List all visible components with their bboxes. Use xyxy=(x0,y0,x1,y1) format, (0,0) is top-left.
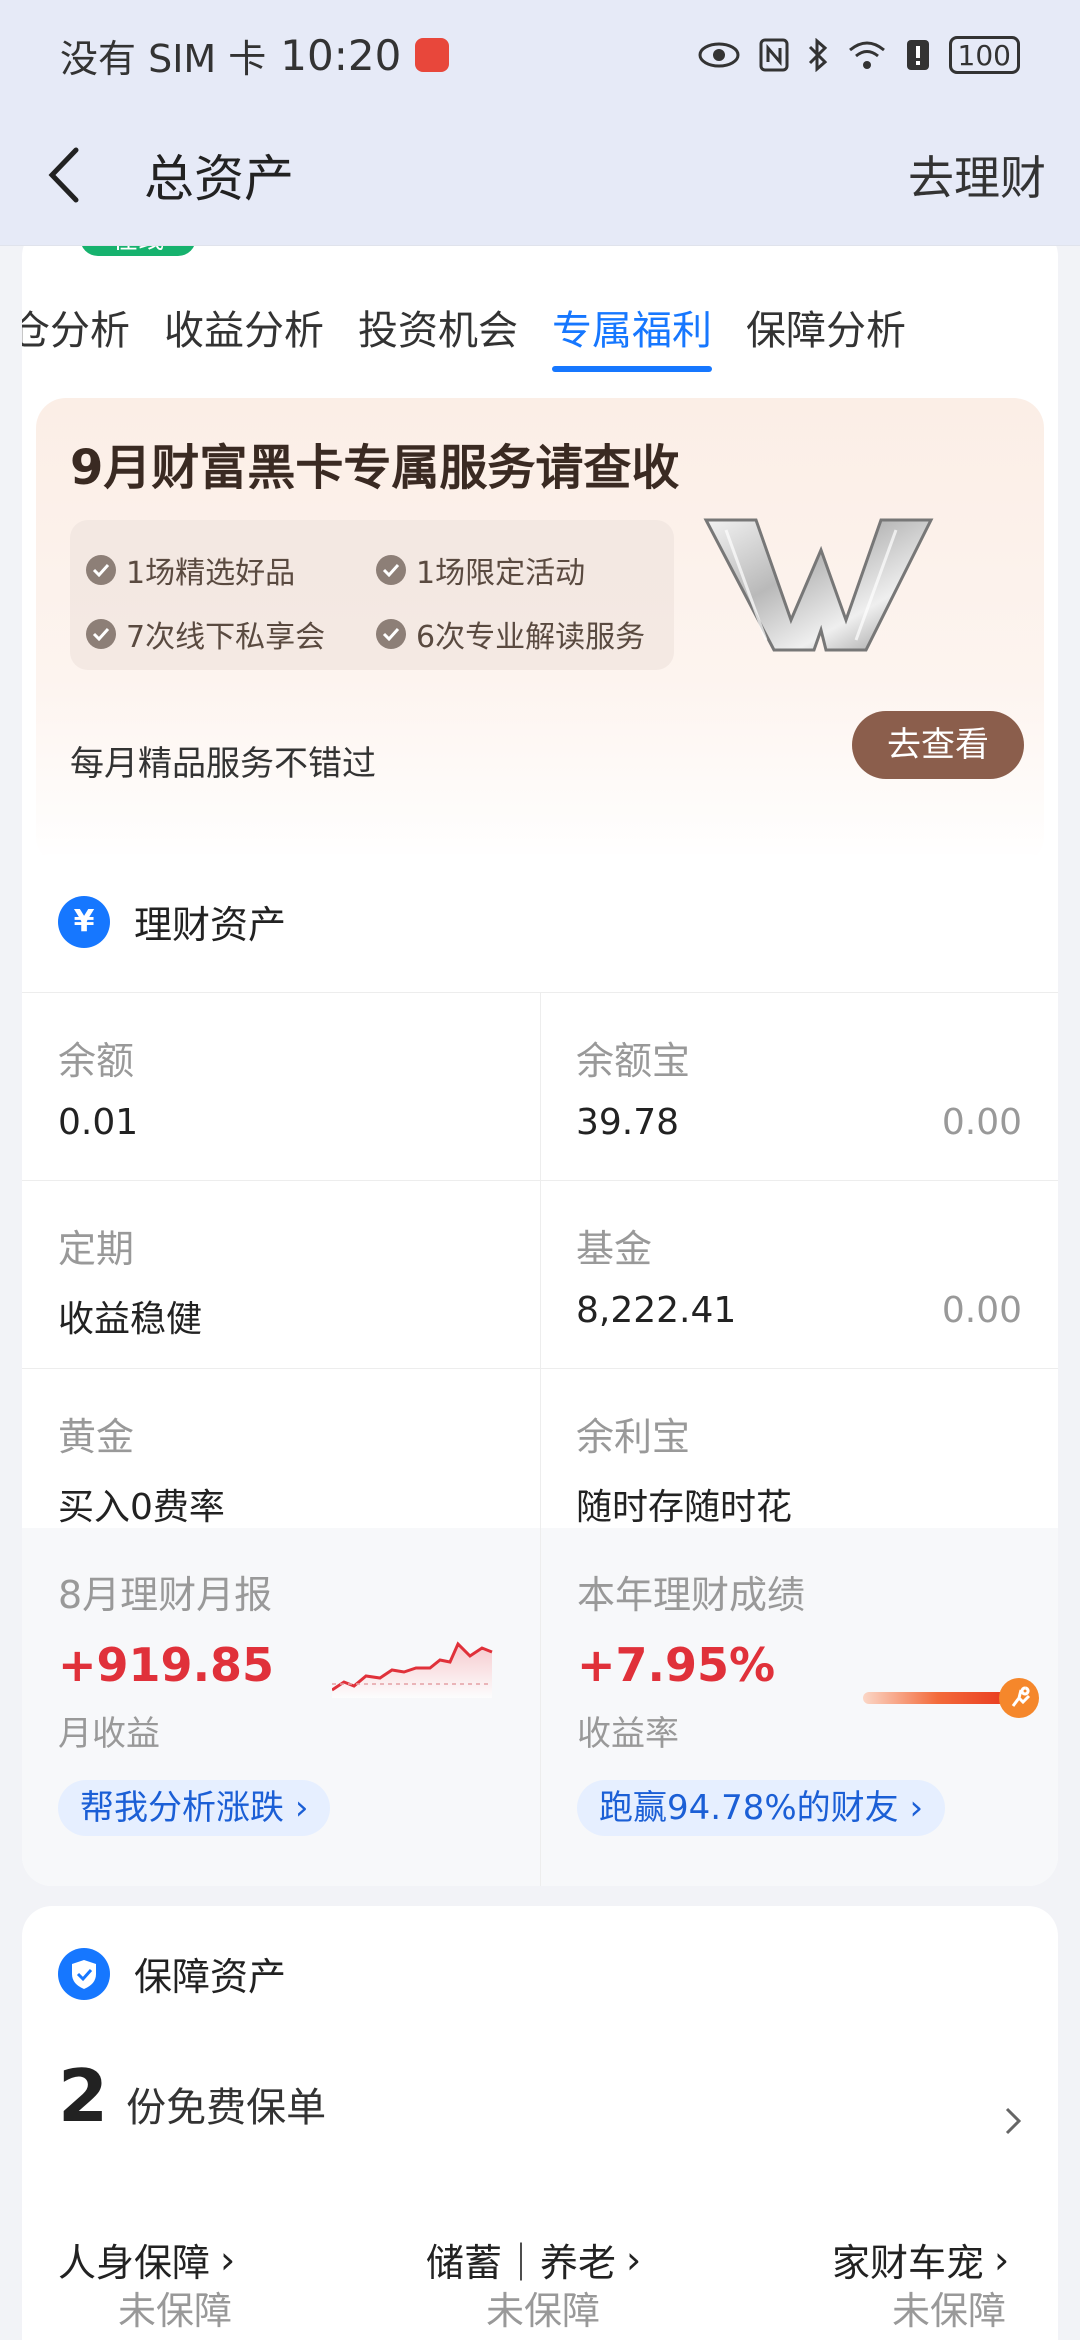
asset-label: 黄金 xyxy=(58,1415,135,1459)
asset-label: 余利宝 xyxy=(576,1415,691,1459)
asset-daily-gain: 0.00 xyxy=(941,1290,1022,1331)
asset-cell-balance[interactable]: 余额 0.01 xyxy=(22,992,540,1180)
yearly-report[interactable]: 本年理财成绩 +7.95% 收益率 跑赢94.78%的财友 › xyxy=(541,1528,1058,1886)
top-bar: 没有 SIM 卡 10:20 100 总资产 去理财 xyxy=(0,0,1080,246)
benefit-item: 7次线下私享会 xyxy=(86,612,325,656)
report-label: 8月理财月报 xyxy=(58,1573,273,1617)
page-title: 总资产 xyxy=(144,150,294,208)
nfc-icon xyxy=(759,38,789,72)
battery-indicator: 100 xyxy=(948,36,1020,74)
tab-bar: 仓分析 收益分析 投资机会 专属福利 保障分析 xyxy=(22,286,1058,376)
chevron-right-icon: › xyxy=(909,1788,924,1828)
category-status: 未保障 xyxy=(892,2288,1007,2333)
policy-text: 份免费保单 xyxy=(126,2085,327,2131)
monthly-gain: +919.85 xyxy=(58,1638,275,1692)
monthly-gain-caption: 月收益 xyxy=(58,1714,160,1754)
yuan-icon: ¥ xyxy=(58,895,110,948)
tab-exclusive-benefits[interactable]: 专属福利 xyxy=(552,286,746,376)
asset-daily-gain: 0.00 xyxy=(941,1102,1022,1143)
chevron-left-icon xyxy=(48,147,79,203)
asset-cell-fixed-term[interactable]: 定期 收益稳健 xyxy=(22,1180,540,1368)
promo-title: 9月财富黑卡专属服务请查收 xyxy=(70,440,680,496)
sparkline-chart xyxy=(332,1641,493,1698)
yearly-return: +7.95% xyxy=(577,1638,776,1692)
protection-title: 保障资产 xyxy=(134,1955,287,1999)
report-label: 本年理财成绩 xyxy=(577,1573,806,1617)
promo-subtitle: 每月精品服务不错过 xyxy=(70,744,376,784)
asset-value: 买入0费率 xyxy=(58,1487,225,1528)
alert-icon xyxy=(906,40,929,70)
chevron-right-icon: › xyxy=(294,1788,309,1828)
view-button[interactable]: 去查看 xyxy=(852,711,1024,779)
asset-label: 基金 xyxy=(576,1227,653,1271)
yearly-return-caption: 收益率 xyxy=(577,1714,679,1754)
go-invest-link[interactable]: 去理财 xyxy=(908,142,1046,208)
asset-label: 余额宝 xyxy=(576,1039,691,1083)
promo-benefits-box: 1场精选好品 1场限定活动 7次线下私享会 6次专业解读服务 xyxy=(70,520,674,670)
benefit-label: 1场限定活动 xyxy=(416,556,586,591)
protection-category[interactable]: 人身保障 › 未保障 xyxy=(58,2232,235,2333)
benefit-label: 1场精选好品 xyxy=(126,556,296,591)
beat-friends-button[interactable]: 跑赢94.78%的财友 › xyxy=(577,1780,946,1836)
asset-cell-yuebao[interactable]: 余额宝 39.78 0.00 xyxy=(540,992,1058,1180)
wifi-icon xyxy=(848,41,885,69)
finance-assets-card: ¥ 理财资产 余额 0.01 余额宝 39.78 0.00 定期 收益稳健 基金… xyxy=(22,854,1058,1886)
tab-profit-analysis[interactable]: 收益分析 xyxy=(164,286,358,376)
tab-protection-analysis[interactable]: 保障分析 xyxy=(746,286,940,376)
status-bar: 没有 SIM 卡 10:20 100 xyxy=(0,0,1080,110)
policy-count: 2 xyxy=(58,2054,109,2138)
w-crystal-logo xyxy=(703,518,934,652)
back-button[interactable] xyxy=(34,145,94,205)
protection-category[interactable]: 家财车宠 › 未保障 xyxy=(832,2232,1009,2333)
eye-icon xyxy=(698,42,740,68)
black-card-promo[interactable]: 9月财富黑卡专属服务请查收 1场精选好品 1场限定活动 7次线下私享会 6次专业… xyxy=(36,398,1044,866)
asset-value: 39.78 xyxy=(576,1102,680,1143)
shield-icon xyxy=(58,1947,110,2000)
protection-category[interactable]: 储蓄｜养老 › 未保障 xyxy=(426,2232,641,2333)
clock: 10:20 xyxy=(280,30,402,80)
runner-progress-icon xyxy=(863,1678,1039,1718)
check-icon xyxy=(376,619,406,649)
asset-label: 余额 xyxy=(58,1039,135,1083)
free-policy-summary[interactable]: 2 份免费保单 xyxy=(58,2054,326,2138)
benefit-item: 1场限定活动 xyxy=(376,548,585,592)
tab-position-analysis[interactable]: 仓分析 xyxy=(22,286,164,376)
benefit-item: 6次专业解读服务 xyxy=(376,612,645,656)
chevron-right-icon[interactable] xyxy=(1004,2106,1022,2136)
carrier-text: 没有 SIM 卡 xyxy=(60,36,267,81)
bluetooth-icon xyxy=(808,38,827,72)
nav-bar: 总资产 去理财 xyxy=(0,120,1080,230)
benefit-item: 1场精选好品 xyxy=(86,548,295,592)
analyze-label: 帮我分析涨跌 xyxy=(80,1788,284,1828)
tab-investment-opportunity[interactable]: 投资机会 xyxy=(358,286,552,376)
asset-cell-fund[interactable]: 基金 8,222.41 0.00 xyxy=(540,1180,1058,1368)
beat-friends-label: 跑赢94.78%的财友 xyxy=(599,1788,899,1828)
check-icon xyxy=(86,619,116,649)
asset-label: 定期 xyxy=(58,1227,135,1271)
monthly-report[interactable]: 8月理财月报 +919.85 月收益 帮我分析涨跌 › xyxy=(22,1528,540,1886)
asset-value: 8,222.41 xyxy=(576,1290,737,1331)
app-notification-icon xyxy=(415,38,450,72)
finance-title: 理财资产 xyxy=(134,903,287,947)
asset-value: 收益稳健 xyxy=(58,1299,203,1340)
benefit-label: 7次线下私享会 xyxy=(126,620,326,655)
protection-assets-card: 保障资产 2 份免费保单 人身保障 › 未保障 储蓄｜养老 › 未保障 家财车宠 › … xyxy=(22,1906,1058,2340)
check-icon xyxy=(376,555,406,585)
check-icon xyxy=(86,555,116,585)
asset-value: 随时存随时花 xyxy=(576,1487,793,1528)
benefit-label: 6次专业解读服务 xyxy=(416,620,646,655)
analyze-button[interactable]: 帮我分析涨跌 › xyxy=(58,1780,331,1836)
protection-header[interactable]: 保障资产 xyxy=(58,1946,286,2001)
finance-header[interactable]: ¥ 理财资产 xyxy=(58,894,286,949)
asset-value: 0.01 xyxy=(58,1102,139,1143)
